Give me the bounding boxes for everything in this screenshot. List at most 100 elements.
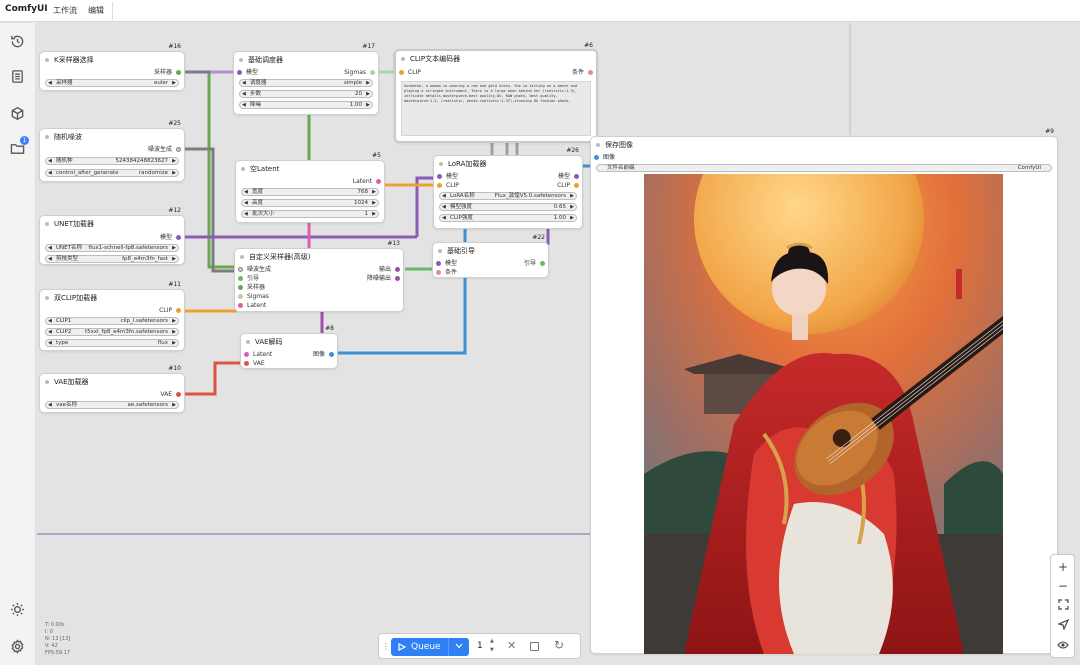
widget-height[interactable]: 高度1024 <box>241 199 379 207</box>
widget-sampler-name[interactable]: 采样器euler <box>45 79 179 87</box>
refresh-icon[interactable]: ↻ <box>554 638 564 652</box>
input-noise[interactable]: 噪波生成 <box>238 266 271 274</box>
socket-dot[interactable] <box>436 270 441 275</box>
socket-dot[interactable] <box>237 70 242 75</box>
history-icon[interactable] <box>8 32 28 52</box>
fit-view-icon[interactable] <box>1055 598 1071 614</box>
widget-width[interactable]: 宽度768 <box>241 188 379 196</box>
socket-dot[interactable] <box>436 261 441 266</box>
socket-dot[interactable] <box>176 308 181 313</box>
socket-dot[interactable] <box>574 183 579 188</box>
node-clip-text-encode[interactable]: #6 CLIP文本编码器 CLIP 条件 Sunbathe, a woman i… <box>394 42 598 143</box>
widget-batch-size[interactable]: 批次大小1 <box>241 210 379 218</box>
input-sampler[interactable]: 采样器 <box>238 284 265 292</box>
input-guider[interactable]: 引导 <box>238 275 259 283</box>
socket-dot[interactable] <box>238 303 243 308</box>
output-output[interactable]: 输出 <box>379 266 400 274</box>
widget-clip2[interactable]: CLIP2t5xxl_fp8_e4m3fn.safetensors <box>45 328 179 336</box>
socket-dot[interactable] <box>540 261 545 266</box>
socket-dot[interactable] <box>238 276 243 281</box>
input-latent[interactable]: Latent <box>238 302 266 310</box>
input-latent[interactable]: Latent <box>244 351 272 359</box>
widget-denoise[interactable]: 降噪1.00 <box>239 101 373 109</box>
node-unet-loader[interactable]: #12 UNET加载器 模型 UNET名称flux1-schnell-fp8.s… <box>39 207 185 265</box>
widget-clip-type[interactable]: typeflux <box>45 339 179 347</box>
socket-dot[interactable] <box>395 276 400 281</box>
widget-clip1[interactable]: CLIP1clip_l.safetensors <box>45 317 179 325</box>
socket-dot[interactable] <box>244 361 249 366</box>
graph-canvas[interactable]: #16 K采样器选择 采样器 采样器euler #25 随机噪波 噪波生成 随机… <box>37 23 1080 665</box>
widget-model-strength[interactable]: 模型强度0.65 <box>439 203 577 211</box>
node-basic-guider[interactable]: #22 基础引导 模型 条件 引导 <box>432 234 549 278</box>
menu-workflow[interactable]: 工作流 <box>53 5 77 16</box>
output-latent[interactable]: Latent <box>353 178 381 186</box>
output-sampler[interactable]: 采样器 <box>154 69 181 77</box>
output-guider[interactable]: 引导 <box>524 260 545 268</box>
socket-dot[interactable] <box>594 155 599 160</box>
input-clip[interactable]: CLIP <box>399 69 421 77</box>
menu-edit[interactable]: 编辑 <box>88 5 104 16</box>
output-image[interactable]: 图像 <box>313 351 334 359</box>
queue-button[interactable]: Queue <box>391 638 448 656</box>
socket-dot[interactable] <box>437 183 442 188</box>
widget-steps[interactable]: 步数20 <box>239 90 373 98</box>
close-icon[interactable]: ✕ <box>507 639 516 652</box>
input-conditioning[interactable]: 条件 <box>436 269 457 277</box>
output-denoised[interactable]: 降噪输出 <box>367 275 400 283</box>
widget-weight-dtype[interactable]: 剪枝类型fp8_e4m3fn_fast <box>45 255 179 263</box>
node-ksampler-select[interactable]: #16 K采样器选择 采样器 采样器euler <box>39 43 185 91</box>
widget-control-after-generate[interactable]: control_after_generaterandomize <box>45 169 179 177</box>
widget-unet-name[interactable]: UNET名称flux1-schnell-fp8.safetensors <box>45 244 179 252</box>
node-random-noise[interactable]: #25 随机噪波 噪波生成 随机种524384248823627 control… <box>39 120 185 182</box>
input-image[interactable]: 图像 <box>594 154 615 162</box>
socket-dot[interactable] <box>437 174 442 179</box>
input-model[interactable]: 模型 <box>237 69 258 77</box>
queue-mode-dropdown[interactable] <box>448 638 469 656</box>
widget-clip-strength[interactable]: CLIP强度1.00 <box>439 214 577 222</box>
socket-dot[interactable] <box>329 352 334 357</box>
input-clip[interactable]: CLIP <box>437 182 459 190</box>
node-library-icon[interactable] <box>8 67 28 87</box>
link-visibility-icon[interactable] <box>1055 638 1071 654</box>
socket-dot[interactable] <box>588 70 593 75</box>
socket-dot[interactable] <box>238 285 243 290</box>
model-library-icon[interactable] <box>8 104 28 124</box>
socket-dot[interactable] <box>176 147 181 152</box>
node-dual-clip-loader[interactable]: #11 双CLIP加载器 CLIP CLIP1clip_l.safetensor… <box>39 281 185 351</box>
socket-dot[interactable] <box>244 352 249 357</box>
batch-stepper[interactable]: ▲ ▼ <box>490 637 494 655</box>
output-clip[interactable]: CLIP <box>557 182 579 190</box>
node-empty-latent[interactable]: #5 空Latent Latent 宽度768 高度1024 批次大小1 <box>235 152 385 223</box>
output-noise[interactable]: 噪波生成 <box>148 146 181 154</box>
output-vae[interactable]: VAE <box>160 391 181 399</box>
socket-dot[interactable] <box>376 179 381 184</box>
stop-icon[interactable] <box>530 642 539 651</box>
node-basic-scheduler[interactable]: #17 基础调度器 模型 Sigmas 调度器simple 步数20 降噪1.0… <box>233 43 379 115</box>
output-sigmas[interactable]: Sigmas <box>344 69 375 77</box>
widget-filename-prefix[interactable]: 文件名前缀 ComfyUI <box>596 164 1052 172</box>
socket-dot[interactable] <box>176 392 181 397</box>
socket-dot[interactable] <box>176 235 181 240</box>
socket-dot[interactable] <box>238 267 243 272</box>
theme-icon[interactable] <box>8 600 28 620</box>
prompt-textarea[interactable]: Sunbathe, a woman is wearing a red and g… <box>401 81 591 136</box>
zoom-out-icon[interactable]: − <box>1055 578 1071 594</box>
zoom-in-icon[interactable]: + <box>1055 559 1071 575</box>
drag-handle-icon[interactable]: ⋮ <box>382 642 390 651</box>
output-conditioning[interactable]: 条件 <box>572 69 593 77</box>
socket-dot[interactable] <box>238 294 243 299</box>
widget-lora-name[interactable]: LoRA名称Flux_敦煌V5.0.safetensors <box>439 192 577 200</box>
node-save-image[interactable]: #9 保存图像 图像 文件名前缀 ComfyUI <box>590 128 1058 654</box>
node-lora-loader[interactable]: #26 LoRA加载器 模型 CLIP 模型 CLIP LoRA名称Flux_敦… <box>433 147 583 229</box>
image-preview[interactable] <box>644 174 1003 654</box>
widget-noise-seed[interactable]: 随机种524384248823627 <box>45 157 179 165</box>
node-custom-sampler-advanced[interactable]: #13 自定义采样器(高级) 噪波生成 引导 采样器 Sigmas Latent… <box>234 240 404 312</box>
select-tool-icon[interactable] <box>1055 618 1071 634</box>
output-model[interactable]: 模型 <box>160 234 181 242</box>
batch-count-input[interactable]: 1 <box>477 641 483 651</box>
socket-dot[interactable] <box>574 174 579 179</box>
widget-scheduler[interactable]: 调度器simple <box>239 79 373 87</box>
socket-dot[interactable] <box>395 267 400 272</box>
input-vae[interactable]: VAE <box>244 360 265 368</box>
socket-dot[interactable] <box>399 70 404 75</box>
